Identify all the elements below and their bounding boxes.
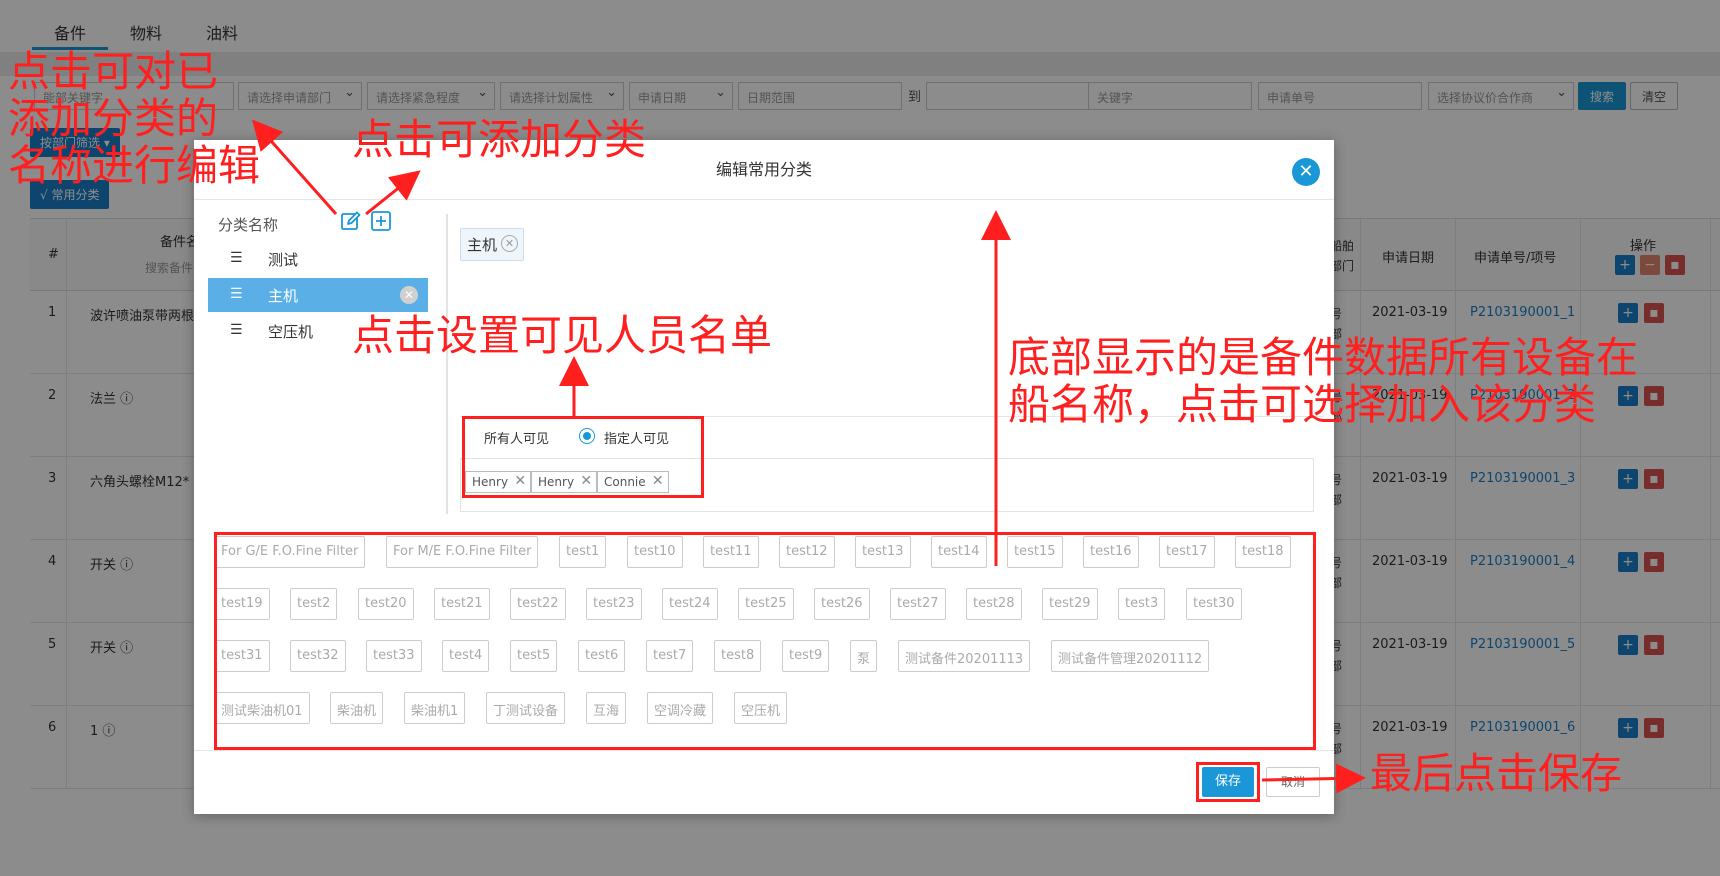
annotation-arrows [252,119,1366,794]
